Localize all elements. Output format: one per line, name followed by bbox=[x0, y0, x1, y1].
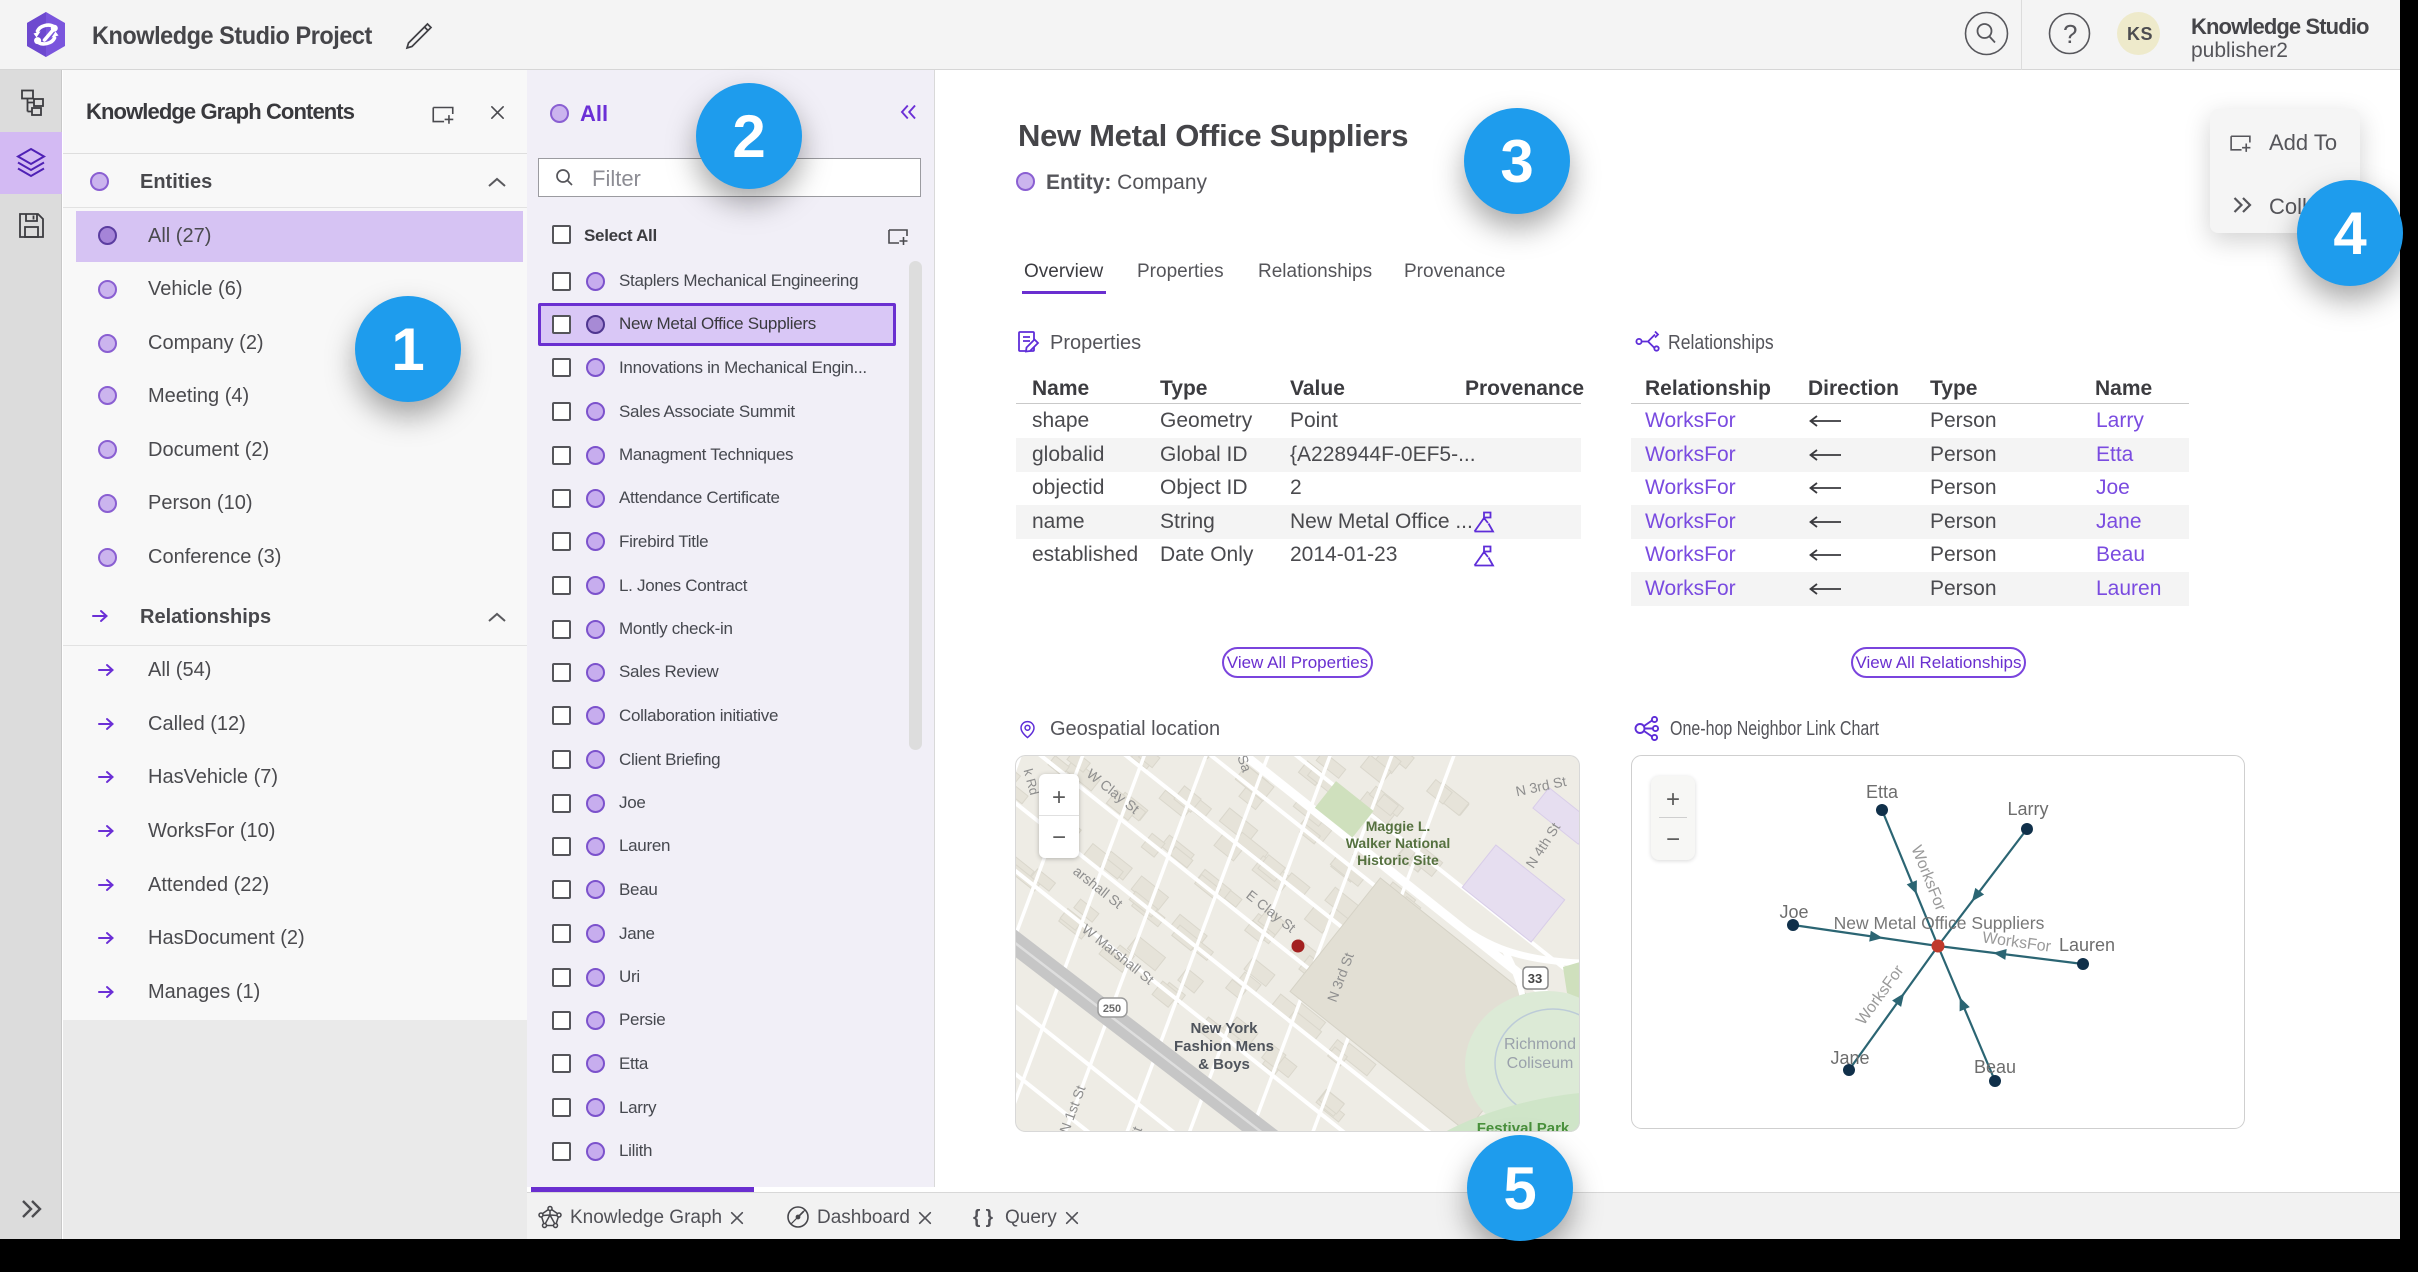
svg-text:Larry: Larry bbox=[2007, 799, 2048, 819]
svg-text:Walker National: Walker National bbox=[1346, 835, 1451, 851]
svg-text:Festival Park: Festival Park bbox=[1477, 1120, 1570, 1132]
svg-text:Joe: Joe bbox=[1779, 902, 1808, 922]
svg-text:Etta: Etta bbox=[1866, 782, 1899, 802]
svg-text:New York: New York bbox=[1191, 1020, 1259, 1037]
svg-text:& Boys: & Boys bbox=[1198, 1056, 1250, 1073]
svg-text:Fashion Mens: Fashion Mens bbox=[1174, 1038, 1274, 1055]
svg-text:Lauren: Lauren bbox=[2059, 935, 2115, 955]
svg-text:Jane: Jane bbox=[1830, 1048, 1869, 1068]
svg-text:Maggie L.: Maggie L. bbox=[1366, 818, 1431, 834]
svg-text:250: 250 bbox=[1103, 1003, 1121, 1015]
svg-text:New Metal Office Suppliers: New Metal Office Suppliers bbox=[1834, 913, 2045, 933]
svg-text:Richmond: Richmond bbox=[1504, 1036, 1576, 1053]
svg-text:Historic Site: Historic Site bbox=[1357, 852, 1439, 868]
svg-text:33: 33 bbox=[1528, 971, 1542, 986]
svg-text:Coliseum: Coliseum bbox=[1507, 1055, 1574, 1072]
svg-text:Beau: Beau bbox=[1974, 1057, 2016, 1077]
